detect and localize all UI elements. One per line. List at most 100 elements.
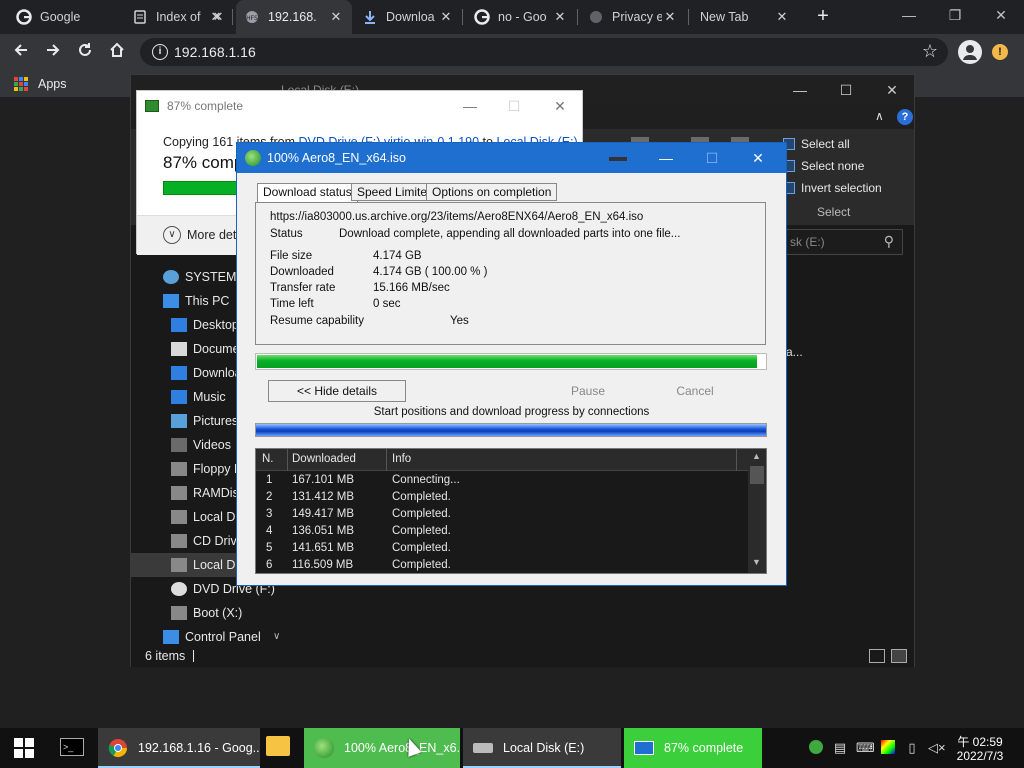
minimize-button[interactable]: —: [643, 143, 689, 173]
tab-speed-limiter[interactable]: Speed Limiter: [351, 183, 438, 201]
table-row[interactable]: 4 136.051 MB Completed.: [256, 524, 748, 541]
column-header-info[interactable]: Info: [392, 453, 411, 465]
tab-index-of[interactable]: Index of ✕: [124, 0, 234, 34]
scroll-down-icon[interactable]: ▼: [752, 557, 761, 567]
close-icon[interactable]: ✕: [552, 9, 568, 25]
minimize-button[interactable]: —: [777, 75, 823, 105]
resume-value: Yes: [450, 315, 469, 327]
nav-item-control-panel[interactable]: Control Panel: [131, 625, 291, 649]
address-text[interactable]: 192.168.1.16: [174, 44, 256, 60]
close-icon[interactable]: ✕: [438, 9, 454, 25]
chevron-up-icon[interactable]: ∧: [875, 109, 884, 123]
new-tab-button[interactable]: +: [812, 6, 834, 28]
profile-avatar[interactable]: [958, 40, 982, 64]
tab-privacy[interactable]: Privacy e ✕: [580, 0, 686, 34]
clock-time[interactable]: 午 02:59: [950, 733, 1010, 750]
file-size-label: File size: [270, 250, 313, 262]
copy-dialog-title: 87% complete: [167, 99, 244, 113]
pause-button[interactable]: Pause: [549, 380, 627, 402]
scroll-up-icon[interactable]: ▲: [752, 451, 761, 461]
usb-icon[interactable]: ▯: [904, 740, 920, 756]
file-list-fragment[interactable]: a...: [786, 345, 803, 359]
folder-icon[interactable]: [266, 736, 290, 756]
network-icon[interactable]: ▤: [832, 740, 848, 756]
table-row[interactable]: 2 131.412 MB Completed.: [256, 490, 748, 507]
close-window-button[interactable]: ✕: [735, 143, 781, 173]
cancel-button[interactable]: Cancel: [657, 380, 733, 402]
apps-grid-icon[interactable]: [14, 77, 28, 91]
table-row[interactable]: 6 116.509 MB Completed.: [256, 558, 748, 575]
column-header-n[interactable]: N.: [262, 453, 274, 465]
minimize-button[interactable]: —: [886, 0, 932, 30]
scroll-thumb[interactable]: [750, 466, 764, 484]
taskbar-explorer[interactable]: Local Disk (E:): [463, 728, 621, 768]
info-icon[interactable]: i: [152, 44, 168, 60]
tab-new-tab[interactable]: New Tab ✕: [692, 0, 798, 34]
chevron-down-icon[interactable]: ∨: [273, 631, 280, 642]
hide-details-button[interactable]: << Hide details: [268, 380, 406, 402]
maximize-button[interactable]: ☐: [689, 143, 735, 173]
close-icon[interactable]: ✕: [662, 9, 678, 25]
column-divider[interactable]: [386, 449, 387, 471]
maximize-button[interactable]: ☐: [491, 91, 537, 121]
maximize-button[interactable]: ☐: [823, 75, 869, 105]
connections-list[interactable]: N. Downloaded Info 1 167.101 MB Connecting…: [255, 448, 767, 574]
terminal-icon[interactable]: >_: [60, 738, 84, 756]
column-divider[interactable]: [736, 449, 737, 471]
close-icon[interactable]: ✕: [774, 9, 790, 25]
tab-label: Downloa: [386, 10, 435, 24]
tab-downloads[interactable]: Downloa ✕: [354, 0, 462, 34]
color-icon[interactable]: [880, 740, 896, 756]
music-icon: [171, 390, 187, 404]
address-bar[interactable]: i 192.168.1.16 ☆: [140, 38, 948, 66]
drive-icon: [473, 743, 493, 753]
idm-tray-icon[interactable]: [808, 740, 824, 756]
taskbar-chrome[interactable]: 192.168.1.16 - Goog...: [98, 728, 260, 768]
nav-item-boot[interactable]: Boot (X:): [131, 601, 291, 625]
large-icons-view-icon[interactable]: [891, 649, 907, 663]
taskbar-copy[interactable]: 87% complete: [624, 728, 762, 768]
tab-options-on-completion[interactable]: Options on completion: [426, 183, 558, 201]
maximize-button[interactable]: ❐: [932, 0, 978, 30]
help-icon[interactable]: ?: [897, 109, 913, 125]
close-window-button[interactable]: ✕: [869, 75, 915, 105]
star-icon[interactable]: ☆: [922, 41, 938, 62]
list-scrollbar[interactable]: ▲ ▼: [748, 449, 766, 573]
more-details-button[interactable]: More deta: [187, 228, 243, 242]
volume-muted-icon[interactable]: ◁×: [928, 740, 946, 756]
apps-bookmark[interactable]: Apps: [38, 77, 67, 91]
copy-percent-text: 87% comp: [163, 153, 244, 172]
close-icon[interactable]: ✕: [328, 9, 344, 25]
tab-no-google[interactable]: no - Goo ✕: [466, 0, 576, 34]
start-button[interactable]: [0, 728, 48, 768]
close-window-button[interactable]: ✕: [537, 91, 583, 121]
close-icon[interactable]: ✕: [210, 9, 226, 25]
idm-titlebar[interactable]: 100% Aero8_EN_x64.iso — ☐ ✕: [237, 143, 786, 173]
column-divider[interactable]: [287, 449, 288, 471]
invert-selection-button[interactable]: Invert selection: [783, 181, 882, 195]
details-view-icon[interactable]: [869, 649, 885, 663]
explorer-search-input[interactable]: sk (E:) ⚲: [783, 229, 903, 255]
table-row[interactable]: 1 167.101 MB Connecting...: [256, 473, 748, 490]
chevron-down-icon[interactable]: ∨: [163, 226, 181, 244]
table-row[interactable]: 5 141.651 MB Completed.: [256, 541, 748, 558]
select-all-button[interactable]: Select all: [783, 137, 850, 151]
column-header-downloaded[interactable]: Downloaded: [292, 453, 356, 465]
close-window-button[interactable]: ✕: [978, 0, 1024, 30]
search-icon[interactable]: ⚲: [884, 233, 894, 250]
home-button[interactable]: [106, 41, 128, 63]
tab-192-168[interactable]: HFS 192.168. ✕: [236, 0, 352, 34]
select-none-button[interactable]: Select none: [783, 159, 864, 173]
copy-dialog-titlebar[interactable]: 87% complete — ☐ ✕: [137, 91, 582, 121]
forward-button[interactable]: [42, 41, 64, 63]
taskbar-idm[interactable]: 100% Aero8_EN_x6...: [304, 728, 460, 768]
home-icon: [110, 42, 124, 57]
clock-date[interactable]: 2022/7/3: [950, 749, 1010, 763]
reload-button[interactable]: [74, 41, 96, 63]
keyboard-icon[interactable]: ⌨: [856, 740, 875, 756]
back-button[interactable]: [10, 41, 32, 63]
table-row[interactable]: 3 149.417 MB Completed.: [256, 507, 748, 524]
tab-download-status[interactable]: Download status: [257, 183, 358, 203]
update-badge[interactable]: !: [992, 44, 1008, 60]
minimize-button[interactable]: —: [447, 91, 493, 121]
